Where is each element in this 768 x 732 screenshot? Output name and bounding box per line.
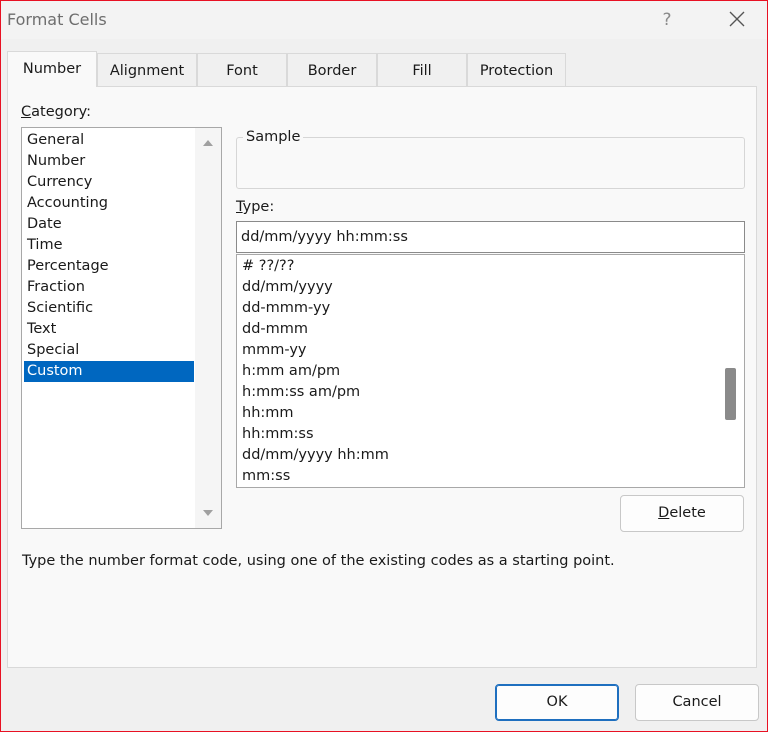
type-scrollbar-thumb[interactable] (725, 368, 736, 420)
ok-button[interactable]: OK (495, 684, 619, 721)
dialog-title: Format Cells (7, 10, 107, 29)
category-label-text: ategory: (31, 104, 92, 120)
category-item-time[interactable]: Time (24, 235, 194, 256)
tab-number[interactable]: Number (7, 51, 97, 87)
type-item[interactable]: mmm-yy (242, 340, 307, 361)
type-label: Type: (236, 199, 274, 215)
sample-group (236, 137, 745, 189)
close-button[interactable] (723, 7, 751, 33)
category-item-custom[interactable]: Custom (24, 361, 194, 382)
delete-button-text: elete (669, 505, 706, 521)
type-item[interactable]: hh:mm:ss (242, 424, 314, 445)
type-item[interactable]: dd-mmm-yy (242, 298, 330, 319)
category-item-accounting[interactable]: Accounting (24, 193, 194, 214)
category-item-scientific[interactable]: Scientific (24, 298, 194, 319)
scroll-up-icon[interactable] (203, 140, 213, 146)
type-item[interactable]: h:mm:ss am/pm (242, 382, 360, 403)
category-item-special[interactable]: Special (24, 340, 194, 361)
category-item-percentage[interactable]: Percentage (24, 256, 194, 277)
type-listbox[interactable]: # ??/?? dd/mm/yyyy dd-mmm-yy dd-mmm mmm-… (236, 254, 745, 488)
scroll-down-icon[interactable] (203, 510, 213, 516)
tab-alignment[interactable]: Alignment (97, 53, 197, 86)
delete-button[interactable]: Delete (620, 495, 744, 532)
type-label-text: ype: (242, 199, 275, 215)
help-button[interactable]: ? (657, 7, 677, 33)
type-label-mnemonic: T (236, 199, 243, 215)
category-item-number[interactable]: Number (24, 151, 194, 172)
type-item[interactable]: dd/mm/yyyy (242, 277, 333, 298)
delete-button-mnemonic: D (658, 505, 670, 521)
cancel-button[interactable]: Cancel (635, 684, 759, 721)
type-item[interactable]: h:mm am/pm (242, 361, 340, 382)
tab-protection[interactable]: Protection (467, 53, 566, 86)
category-item-fraction[interactable]: Fraction (24, 277, 194, 298)
type-input[interactable]: dd/mm/yyyy hh:mm:ss (236, 221, 745, 253)
type-item[interactable]: hh:mm (242, 403, 294, 424)
tab-border[interactable]: Border (287, 53, 377, 86)
sample-label: Sample (243, 129, 304, 145)
category-item-currency[interactable]: Currency (24, 172, 194, 193)
category-item-date[interactable]: Date (24, 214, 194, 235)
category-label: Category: (21, 104, 91, 120)
hint-text: Type the number format code, using one o… (22, 553, 615, 569)
tab-fill[interactable]: Fill (377, 53, 467, 86)
title-bar: Format Cells ? (1, 1, 767, 39)
type-item[interactable]: mm:ss (242, 466, 290, 487)
category-scrollbar[interactable] (195, 128, 221, 528)
type-item[interactable]: dd-mmm (242, 319, 308, 340)
category-item-general[interactable]: General (24, 130, 194, 151)
category-listbox[interactable]: General Number Currency Accounting Date … (21, 127, 222, 529)
type-item[interactable]: # ??/?? (242, 256, 294, 277)
category-label-mnemonic: C (21, 104, 32, 120)
category-item-text[interactable]: Text (24, 319, 194, 340)
type-item[interactable]: dd/mm/yyyy hh:mm (242, 445, 389, 466)
close-icon (729, 11, 745, 27)
tab-font[interactable]: Font (197, 53, 287, 86)
